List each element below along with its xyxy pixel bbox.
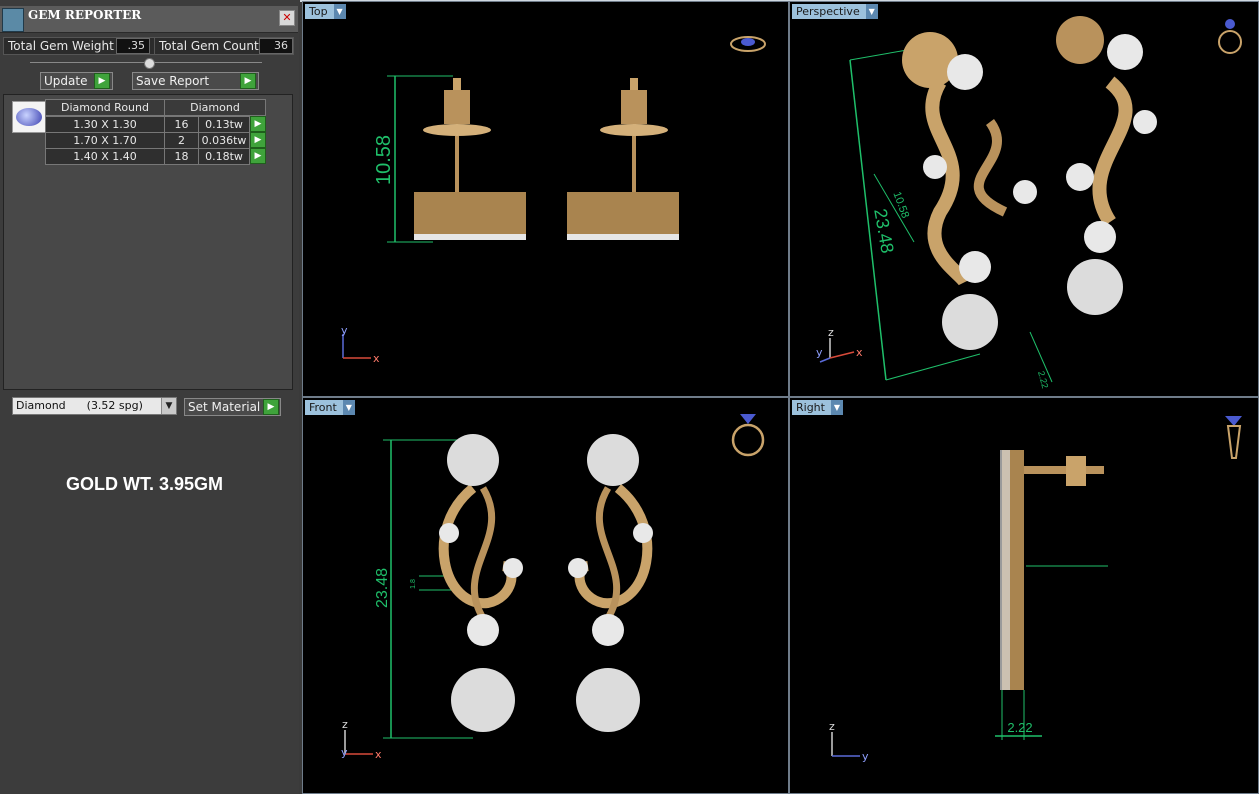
gem-list-box: Diamond Round Diamond 1.30 X 1.30 16 0.1… [3, 94, 293, 390]
update-button-label: Update [44, 74, 88, 88]
axis-label: x [375, 748, 382, 761]
table-row-size: 1.70 X 1.70 [45, 132, 165, 149]
panel-title: GEM REPORTER [28, 8, 142, 22]
perspective-short-dimension-label: 10.58 [890, 190, 911, 220]
right-dimension-label: 2.22 [1007, 720, 1032, 735]
set-material-play-icon[interactable]: ▶ [263, 399, 279, 415]
ring-side-icon [1225, 416, 1242, 459]
earring-side-profile [1000, 450, 1108, 690]
front-view-drawing: 23.48 1.8 z y x [341, 414, 765, 761]
table-header-material: Diamond [164, 99, 266, 116]
panel-titlebar: GEM REPORTER ✕ [0, 6, 298, 33]
close-icon[interactable]: ✕ [279, 10, 295, 26]
axis-gizmo: y x [341, 324, 380, 365]
table-header-shape: Diamond Round [45, 99, 165, 116]
gold-weight-text: GOLD WT. 3.95GM [66, 474, 224, 494]
perspective-long-dimension-label: 23.48 [870, 207, 898, 255]
save-report-play-icon[interactable]: ▶ [240, 73, 256, 89]
earring-perspective-left [902, 32, 1037, 350]
axis-label: y [341, 746, 348, 759]
row-play-icon[interactable]: ▶ [250, 148, 266, 164]
collapse-knob[interactable] [144, 58, 155, 69]
earring-front-left [438, 434, 523, 732]
earring-front-right [568, 434, 653, 732]
material-select-value: Diamond (3.52 spg) [16, 399, 143, 412]
axis-label: z [342, 718, 348, 731]
table-row-size: 1.40 X 1.40 [45, 148, 165, 165]
ring-icon [730, 36, 766, 52]
table-row-size: 1.30 X 1.30 [45, 116, 165, 133]
top-dimension-label: 10.58 [373, 135, 395, 185]
top-view-drawing: 10.58 y x [341, 36, 766, 365]
axis-label: z [829, 720, 835, 733]
table-row-weight: 0.13tw [198, 116, 250, 133]
front-small-dimension-label: 1.8 [410, 579, 417, 589]
table-row-count: 16 [164, 116, 199, 133]
right-view-drawing: 2.22 z y [829, 416, 1242, 763]
axis-label: z [828, 326, 834, 339]
front-dimension-label: 23.48 [374, 568, 391, 608]
viewport-perspective[interactable]: Perspective ▼ 23.48 10.58 2.22 z y x [789, 1, 1259, 397]
axis-label: y [816, 346, 823, 359]
viewport-top[interactable]: Top ▼ 10.58 y x [302, 1, 789, 397]
gem-reporter-app-icon [2, 8, 24, 32]
save-report-button-label: Save Report [136, 74, 210, 88]
axis-label: x [373, 352, 380, 365]
earring-side-right [567, 78, 679, 240]
gem-reporter-panel: GEM REPORTER ✕ Total Gem Weight .35 Tota… [0, 0, 299, 794]
ring-icon [1218, 19, 1242, 54]
total-gem-weight-value: .35 [116, 38, 150, 54]
axis-label: x [856, 346, 863, 359]
update-play-icon[interactable]: ▶ [94, 73, 110, 89]
table-row-weight: 0.18tw [198, 148, 250, 165]
chevron-down-icon[interactable]: ▼ [161, 398, 176, 414]
dimension-extension [885, 353, 981, 381]
axis-gizmo: z y [829, 720, 869, 763]
row-play-icon[interactable]: ▶ [250, 116, 266, 132]
row-play-icon[interactable]: ▶ [250, 132, 266, 148]
set-material-button-label: Set Material [188, 400, 261, 414]
ring-icon [731, 414, 765, 457]
earring-perspective-right [1056, 16, 1157, 315]
perspective-view-drawing: 23.48 10.58 2.22 z y x [816, 16, 1242, 389]
axis-label: y [341, 324, 348, 337]
earring-side-left [414, 78, 526, 240]
table-row-weight: 0.036tw [198, 132, 250, 149]
material-select[interactable]: Diamond (3.52 spg) ▼ [12, 397, 177, 415]
diamond-round-icon[interactable] [12, 101, 46, 133]
axis-gizmo: z y x [341, 718, 382, 761]
table-row-count: 18 [164, 148, 199, 165]
axis-gizmo: z y x [816, 326, 863, 363]
total-gem-count-value: 36 [259, 38, 293, 54]
axis-label: y [862, 750, 869, 763]
viewport-front[interactable]: Front ▼ 23.48 1.8 z y x [302, 397, 789, 794]
table-row-count: 2 [164, 132, 199, 149]
viewport-right[interactable]: Right ▼ 2.22 z y [789, 397, 1259, 794]
